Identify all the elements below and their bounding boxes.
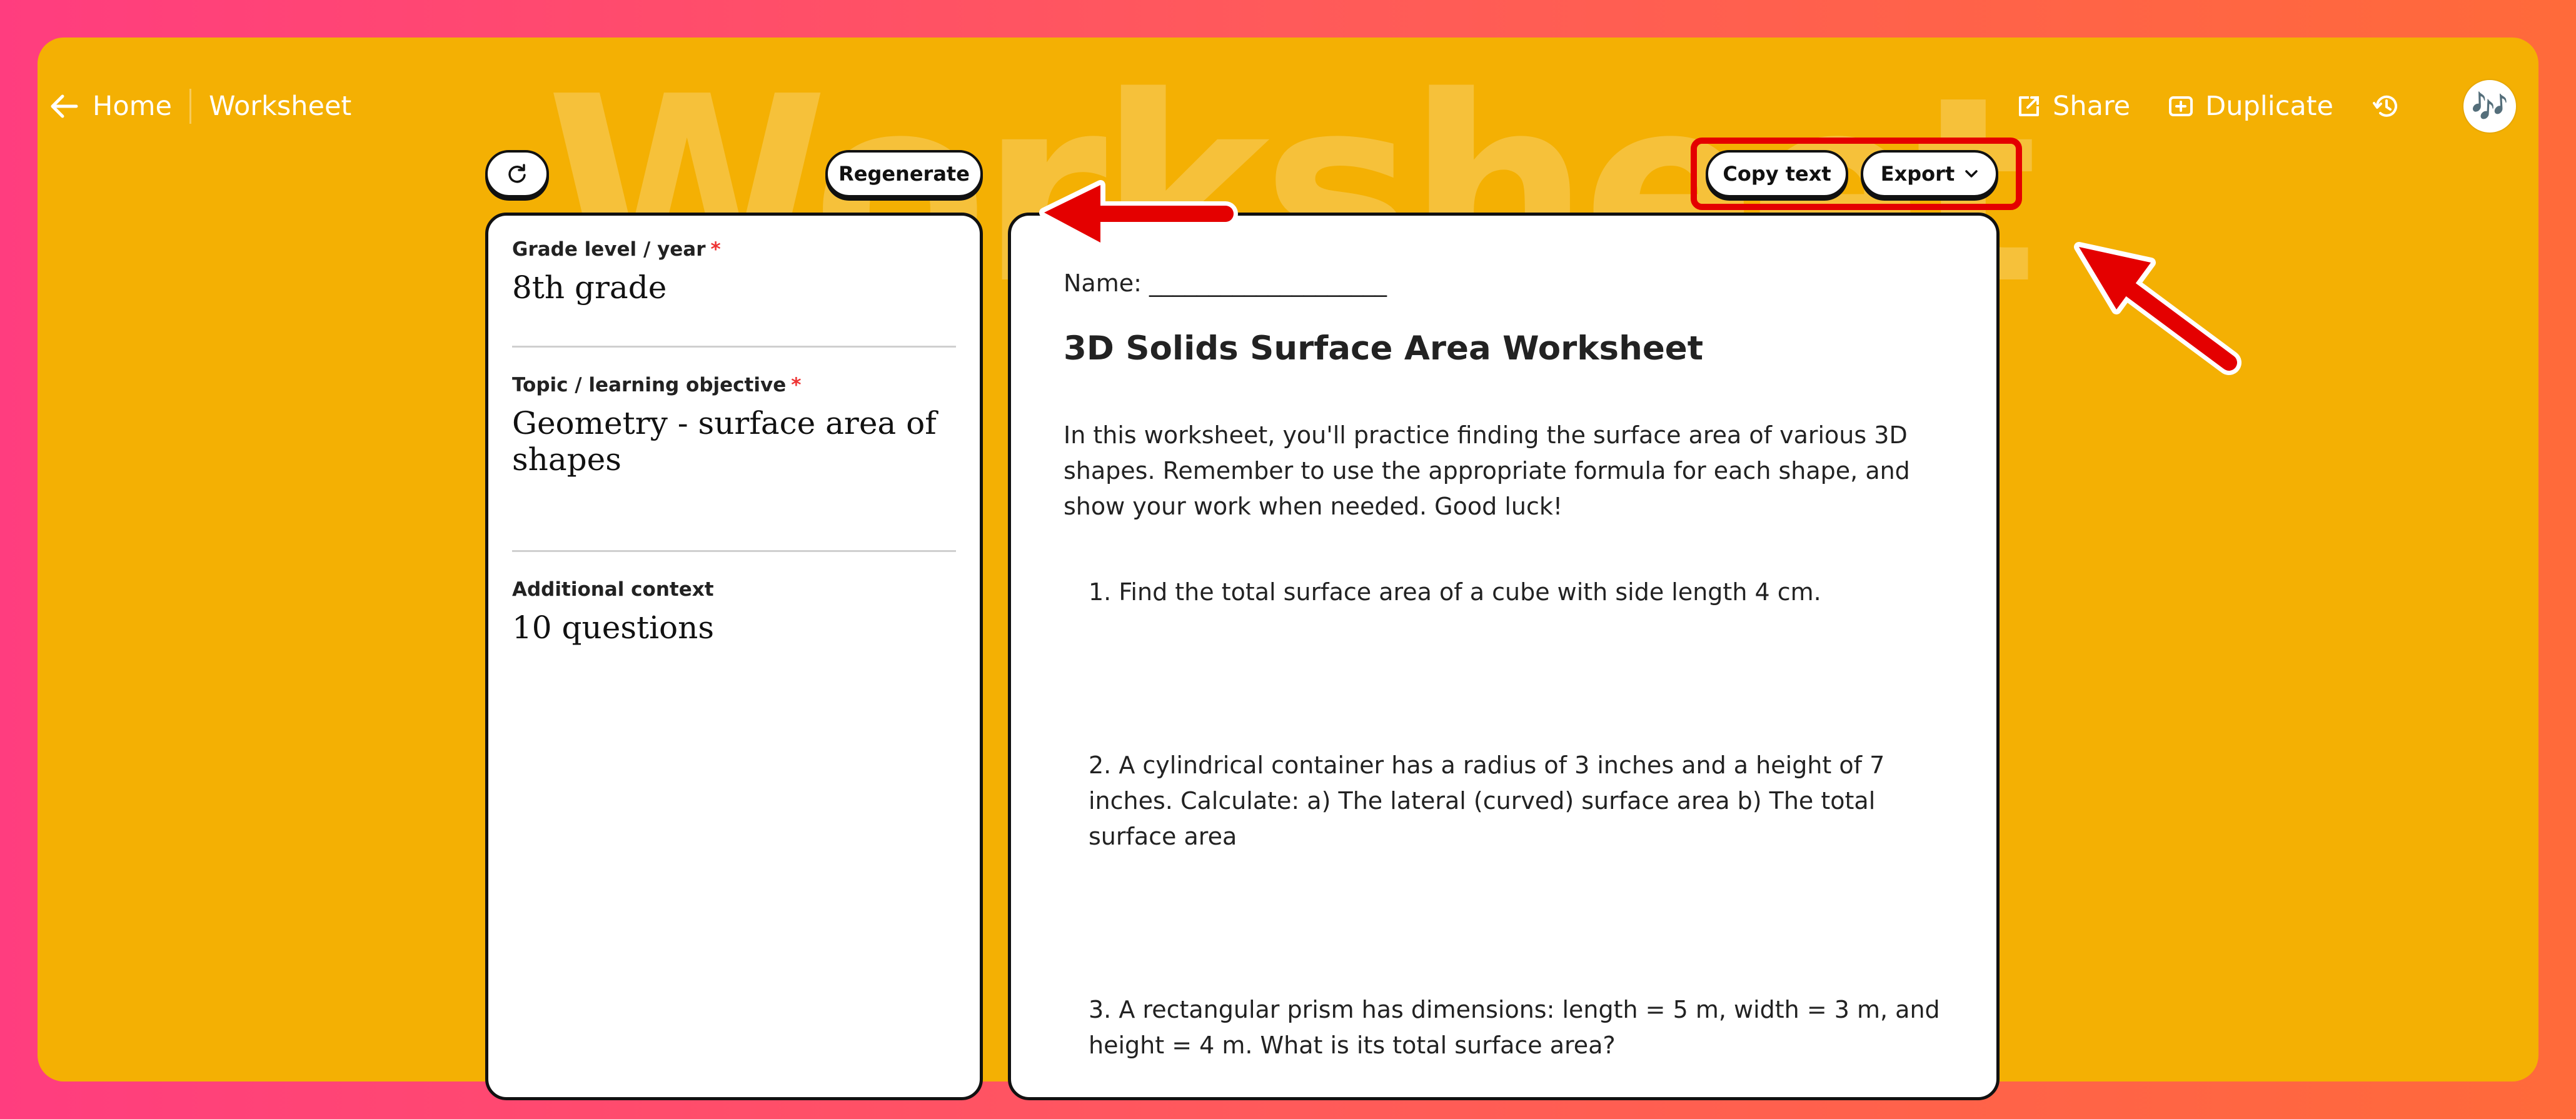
home-link[interactable]: Home — [50, 91, 172, 122]
worksheet-question: 3. A rectangular prism has dimensions: l… — [1089, 996, 1940, 1059]
history-button[interactable] — [2371, 91, 2413, 122]
worksheet-question: 1. Find the total surface area of a cube… — [1089, 578, 1821, 606]
duplicate-button[interactable]: Duplicate — [2168, 91, 2333, 122]
regenerate-button[interactable]: Regenerate — [825, 150, 983, 198]
input-panel: Grade level / year * 8th grade Topic / le… — [485, 213, 983, 1100]
worksheet-intro: In this worksheet, you'll practice findi… — [1064, 421, 1910, 520]
topic-input[interactable]: Geometry - surface area of shapes — [512, 405, 956, 478]
breadcrumb-current: Worksheet — [208, 91, 352, 122]
worksheet-title: 3D Solids Surface Area Worksheet — [1064, 329, 1704, 368]
history-icon — [2371, 91, 2413, 122]
worksheet-question: 2. A cylindrical container has a radius … — [1089, 751, 1885, 850]
topic-label: Topic / learning objective * — [512, 374, 802, 396]
worksheet-panel: Name: ____________________ 3D Solids Sur… — [1008, 213, 2000, 1100]
nav-divider — [189, 89, 191, 124]
refresh-button[interactable] — [485, 150, 549, 198]
duplicate-label: Duplicate — [2205, 91, 2333, 122]
annotation-highlight-box — [1691, 138, 2022, 210]
top-nav-left: Home Worksheet — [50, 72, 351, 141]
grade-input[interactable]: 8th grade — [512, 269, 956, 306]
context-label: Additional context — [512, 578, 714, 601]
home-label: Home — [93, 91, 172, 122]
required-marker: * — [710, 238, 721, 261]
refresh-icon — [506, 163, 528, 185]
music-notes-icon: 🎶 — [2471, 89, 2508, 124]
grade-label: Grade level / year * — [512, 238, 721, 261]
required-marker: * — [791, 374, 802, 396]
share-button[interactable]: Share — [2016, 91, 2130, 122]
arrow-left-icon — [50, 94, 79, 119]
share-icon — [2016, 94, 2053, 119]
share-label: Share — [2053, 91, 2131, 122]
user-avatar[interactable]: 🎶 — [2463, 80, 2516, 133]
context-input[interactable]: 10 questions — [512, 610, 956, 646]
duplicate-icon — [2168, 94, 2205, 119]
top-nav-right: Share Duplicate 🎶 — [1979, 72, 2516, 141]
grade-field[interactable]: Grade level / year * 8th grade — [512, 238, 956, 348]
topic-field[interactable]: Topic / learning objective * Geometry - s… — [512, 374, 956, 552]
worksheet-name-line: Name: ____________________ — [1064, 269, 1387, 297]
context-field[interactable]: Additional context 10 questions — [512, 578, 956, 646]
